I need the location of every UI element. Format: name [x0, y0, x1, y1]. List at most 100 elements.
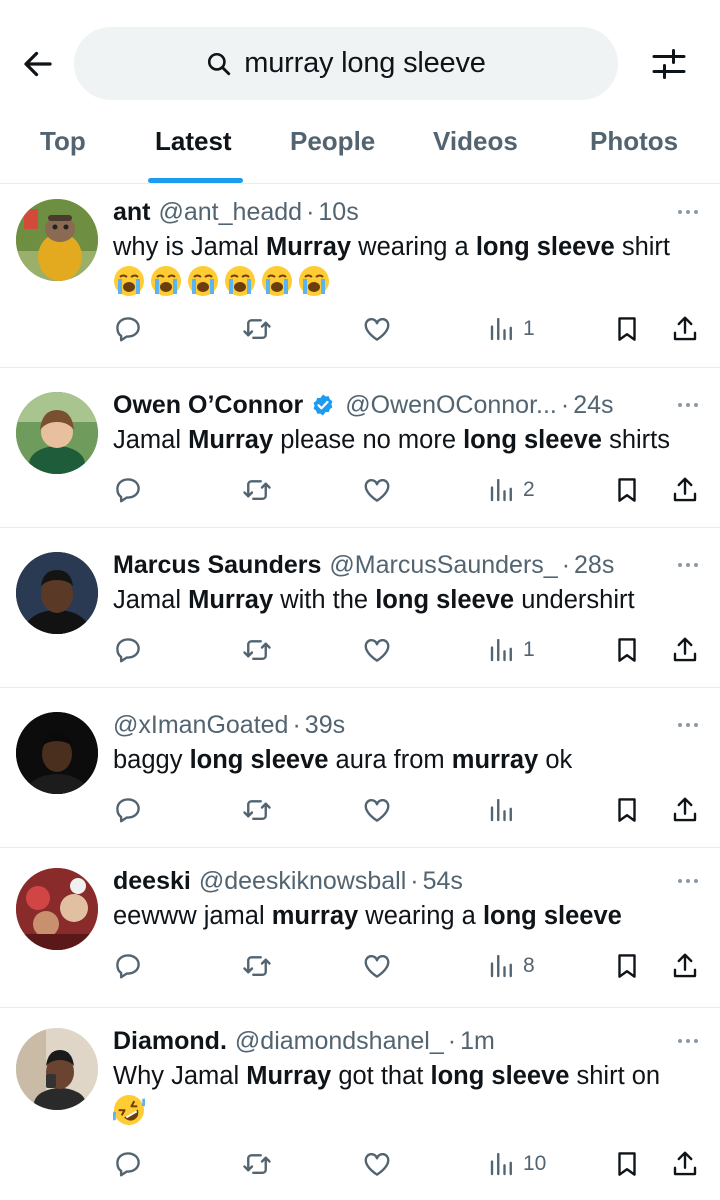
tweet-time[interactable]: 54s: [423, 867, 463, 896]
like-button[interactable]: [362, 1144, 392, 1184]
author-handle[interactable]: @ant_headd: [159, 198, 303, 227]
tweet[interactable]: Owen O’Connor @OwenOConnor... · 24s Jama…: [0, 368, 720, 528]
search-input[interactable]: murray long sleeve: [74, 27, 618, 100]
views-button[interactable]: 1: [487, 630, 535, 670]
search-icon: [206, 50, 234, 78]
bookmark-button[interactable]: [612, 790, 642, 830]
like-icon: [362, 951, 392, 981]
views-button[interactable]: [487, 790, 523, 830]
repost-button[interactable]: [242, 946, 272, 986]
reply-icon: [113, 1149, 143, 1179]
tab-videos[interactable]: Videos: [433, 126, 518, 157]
author-handle[interactable]: @diamondshanel_: [235, 1027, 444, 1056]
bookmark-icon: [612, 475, 642, 505]
like-button[interactable]: [362, 630, 392, 670]
tab-people[interactable]: People: [290, 126, 375, 157]
more-button[interactable]: [670, 393, 706, 417]
reply-button[interactable]: [113, 630, 143, 670]
bookmark-button[interactable]: [612, 470, 642, 510]
author-name[interactable]: ant: [113, 198, 151, 227]
tweet[interactable]: Marcus Saunders @MarcusSaunders_ · 28s J…: [0, 528, 720, 688]
tweet-time[interactable]: 28s: [574, 551, 614, 580]
author-name[interactable]: Marcus Saunders: [113, 551, 321, 580]
tweet-time[interactable]: 24s: [573, 391, 613, 420]
repost-button[interactable]: [242, 790, 272, 830]
tweet-time[interactable]: 1m: [460, 1027, 495, 1056]
more-button[interactable]: [670, 713, 706, 737]
views-button[interactable]: 8: [487, 946, 535, 986]
reply-button[interactable]: [113, 790, 143, 830]
more-button[interactable]: [670, 869, 706, 893]
share-button[interactable]: [670, 309, 700, 349]
tweet-text: Why Jamal Murray got that long sleeve sh…: [113, 1062, 661, 1090]
bookmark-icon: [612, 314, 642, 344]
reply-button[interactable]: [113, 946, 143, 986]
more-button[interactable]: [670, 553, 706, 577]
loudly-crying-emoji: [150, 265, 182, 297]
reply-button[interactable]: [113, 309, 143, 349]
author-name[interactable]: Owen O’Connor: [113, 391, 303, 420]
avatar[interactable]: [16, 868, 98, 950]
like-icon: [362, 475, 392, 505]
author-handle[interactable]: @OwenOConnor...: [345, 391, 557, 420]
bookmark-button[interactable]: [612, 1144, 642, 1184]
bookmark-icon: [612, 951, 642, 981]
tweet-text: why is Jamal Murray wearing a long sleev…: [113, 233, 670, 261]
like-icon: [362, 314, 392, 344]
tab-latest[interactable]: Latest: [155, 126, 232, 157]
views-button[interactable]: 1: [487, 309, 535, 349]
share-button[interactable]: [670, 790, 700, 830]
avatar[interactable]: [16, 199, 98, 281]
share-button[interactable]: [670, 470, 700, 510]
tweet[interactable]: ant @ant_headd · 10s why is Jamal Murray…: [0, 185, 720, 368]
tweet-header: ant @ant_headd · 10s: [113, 195, 660, 229]
tweet[interactable]: @xImanGoated · 39s baggy long sleeve aur…: [0, 688, 720, 848]
views-icon: [487, 314, 517, 344]
like-button[interactable]: [362, 790, 392, 830]
avatar[interactable]: [16, 1028, 98, 1110]
share-button[interactable]: [670, 630, 700, 670]
repost-button[interactable]: [242, 630, 272, 670]
bookmark-button[interactable]: [612, 630, 642, 670]
tweet-header: deeski @deeskiknowsball · 54s: [113, 864, 660, 898]
more-button[interactable]: [670, 200, 706, 224]
author-handle[interactable]: @xImanGoated: [113, 711, 288, 740]
author-handle[interactable]: @MarcusSaunders_: [329, 551, 557, 580]
tweet-time[interactable]: 39s: [305, 711, 345, 740]
tweet[interactable]: deeski @deeskiknowsball · 54s eewww jama…: [0, 848, 720, 1008]
like-icon: [362, 1149, 392, 1179]
reply-button[interactable]: [113, 1144, 143, 1184]
back-button[interactable]: [18, 44, 58, 84]
share-button[interactable]: [670, 946, 700, 986]
like-button[interactable]: [362, 309, 392, 349]
avatar[interactable]: [16, 712, 98, 794]
like-button[interactable]: [362, 946, 392, 986]
like-button[interactable]: [362, 470, 392, 510]
repost-button[interactable]: [242, 470, 272, 510]
views-button[interactable]: 10: [487, 1144, 546, 1184]
bookmark-button[interactable]: [612, 309, 642, 349]
search-tabs: Top Latest People Videos Photos: [0, 112, 720, 184]
avatar[interactable]: [16, 552, 98, 634]
repost-button[interactable]: [242, 1144, 272, 1184]
repost-button[interactable]: [242, 309, 272, 349]
tweet-header: Diamond. @diamondshanel_ · 1m: [113, 1024, 660, 1058]
tweet[interactable]: Diamond. @diamondshanel_ · 1m Why Jamal …: [0, 1008, 720, 1200]
tweet-time[interactable]: 10s: [318, 198, 358, 227]
tweet-actions: [0, 790, 720, 830]
avatar[interactable]: [16, 392, 98, 474]
share-button[interactable]: [670, 1144, 700, 1184]
author-name[interactable]: Diamond.: [113, 1027, 227, 1056]
bookmark-button[interactable]: [612, 946, 642, 986]
tweet-actions: 2: [0, 470, 720, 510]
author-name[interactable]: deeski: [113, 867, 191, 896]
tab-top[interactable]: Top: [40, 126, 86, 157]
reply-icon: [113, 951, 143, 981]
views-button[interactable]: 2: [487, 470, 535, 510]
reply-icon: [113, 635, 143, 665]
reply-button[interactable]: [113, 470, 143, 510]
more-button[interactable]: [670, 1029, 706, 1053]
tab-photos[interactable]: Photos: [590, 126, 678, 157]
filter-button[interactable]: [647, 44, 691, 84]
author-handle[interactable]: @deeskiknowsball: [199, 867, 406, 896]
